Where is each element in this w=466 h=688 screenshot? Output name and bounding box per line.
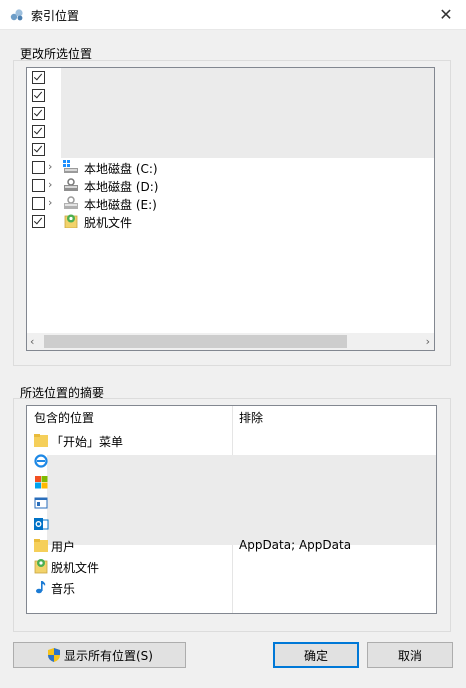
- summary-row[interactable]: [27, 472, 436, 493]
- location-checkbox[interactable]: [32, 179, 45, 192]
- locked-drive-icon: [64, 196, 78, 209]
- ok-label: 确定: [303, 648, 328, 663]
- summary-row[interactable]: 「开始」菜单: [27, 430, 436, 451]
- summary-row[interactable]: 用户 AppData; AppData: [27, 535, 436, 556]
- show-all-locations-button[interactable]: 显示所有位置(S): [13, 642, 186, 668]
- tree-row[interactable]: [27, 86, 434, 104]
- outlook-icon: [34, 518, 49, 530]
- tree-row[interactable]: [27, 122, 434, 140]
- location-checkbox[interactable]: [32, 107, 45, 120]
- scroll-right-icon[interactable]: ›: [426, 335, 430, 348]
- tree-row-drive-c[interactable]: › 本地磁盘 (C:): [27, 158, 434, 176]
- cancel-label: 取消: [397, 648, 422, 663]
- folder-icon: [34, 539, 48, 552]
- uac-shield-icon: [48, 648, 60, 662]
- offline-files-icon: [64, 214, 78, 228]
- window-title: 索引位置: [31, 9, 80, 23]
- excluded-location: AppData; AppData: [239, 538, 352, 552]
- location-checkbox[interactable]: [32, 197, 45, 210]
- included-column-header[interactable]: 包含的位置: [34, 406, 94, 430]
- window-app-icon: [34, 497, 48, 509]
- summary-list[interactable]: 包含的位置 排除 「开始」菜单 用户 AppData; AppData 脱机文件…: [26, 405, 437, 614]
- tree-row[interactable]: [27, 140, 434, 158]
- title-bar: 索引位置 ✕: [0, 0, 466, 30]
- chevron-right-icon[interactable]: ›: [48, 160, 52, 173]
- summary-row[interactable]: 音乐: [27, 577, 436, 598]
- drive-d-label: 本地磁盘 (D:): [84, 180, 159, 194]
- tree-row-drive-d[interactable]: › 本地磁盘 (D:): [27, 176, 434, 194]
- locked-drive-icon: [64, 178, 78, 191]
- cancel-button[interactable]: 取消: [367, 642, 453, 668]
- internet-explorer-icon: [34, 454, 48, 468]
- summary-row[interactable]: [27, 514, 436, 535]
- summary-row[interactable]: [27, 493, 436, 514]
- locations-tree[interactable]: › 本地磁盘 (C:) › 本地磁盘 (D:) › 本地磁盘 (E:) 脱机文件: [26, 67, 435, 351]
- windows-icon: [35, 476, 48, 489]
- indexing-options-icon: [10, 9, 23, 21]
- chevron-right-icon[interactable]: ›: [48, 196, 52, 209]
- included-location: 脱机文件: [51, 561, 100, 575]
- tree-row[interactable]: [27, 104, 434, 122]
- offline-files-label: 脱机文件: [84, 216, 133, 230]
- included-location: 「开始」菜单: [51, 435, 124, 449]
- close-icon: ✕: [439, 5, 453, 24]
- folder-icon: [34, 434, 48, 447]
- chevron-right-icon[interactable]: ›: [48, 178, 52, 191]
- included-location: 音乐: [51, 582, 76, 596]
- system-drive-icon: [63, 160, 78, 173]
- offline-files-icon: [34, 559, 48, 574]
- location-checkbox[interactable]: [32, 215, 45, 228]
- location-checkbox[interactable]: [32, 125, 45, 138]
- location-checkbox[interactable]: [32, 143, 45, 156]
- scroll-left-icon[interactable]: ‹: [30, 335, 34, 348]
- close-button[interactable]: ✕: [426, 0, 466, 29]
- tree-row-offline-files[interactable]: 脱机文件: [27, 212, 434, 230]
- location-checkbox[interactable]: [32, 89, 45, 102]
- summary-row[interactable]: [27, 451, 436, 472]
- location-checkbox[interactable]: [32, 71, 45, 84]
- excluded-column-header[interactable]: 排除: [239, 406, 263, 430]
- tree-row[interactable]: [27, 68, 434, 86]
- music-note-icon: [36, 581, 46, 594]
- show-all-locations-label: 显示所有位置(S): [64, 648, 153, 663]
- scrollbar-thumb[interactable]: [44, 335, 347, 348]
- drive-e-label: 本地磁盘 (E:): [84, 198, 157, 212]
- included-location: 用户: [51, 540, 76, 554]
- location-checkbox[interactable]: [32, 161, 45, 174]
- horizontal-scrollbar[interactable]: ‹ ›: [27, 333, 434, 350]
- summary-row[interactable]: 脱机文件: [27, 556, 436, 577]
- tree-row-drive-e[interactable]: › 本地磁盘 (E:): [27, 194, 434, 212]
- ok-button[interactable]: 确定: [273, 642, 359, 668]
- drive-c-label: 本地磁盘 (C:): [84, 162, 158, 176]
